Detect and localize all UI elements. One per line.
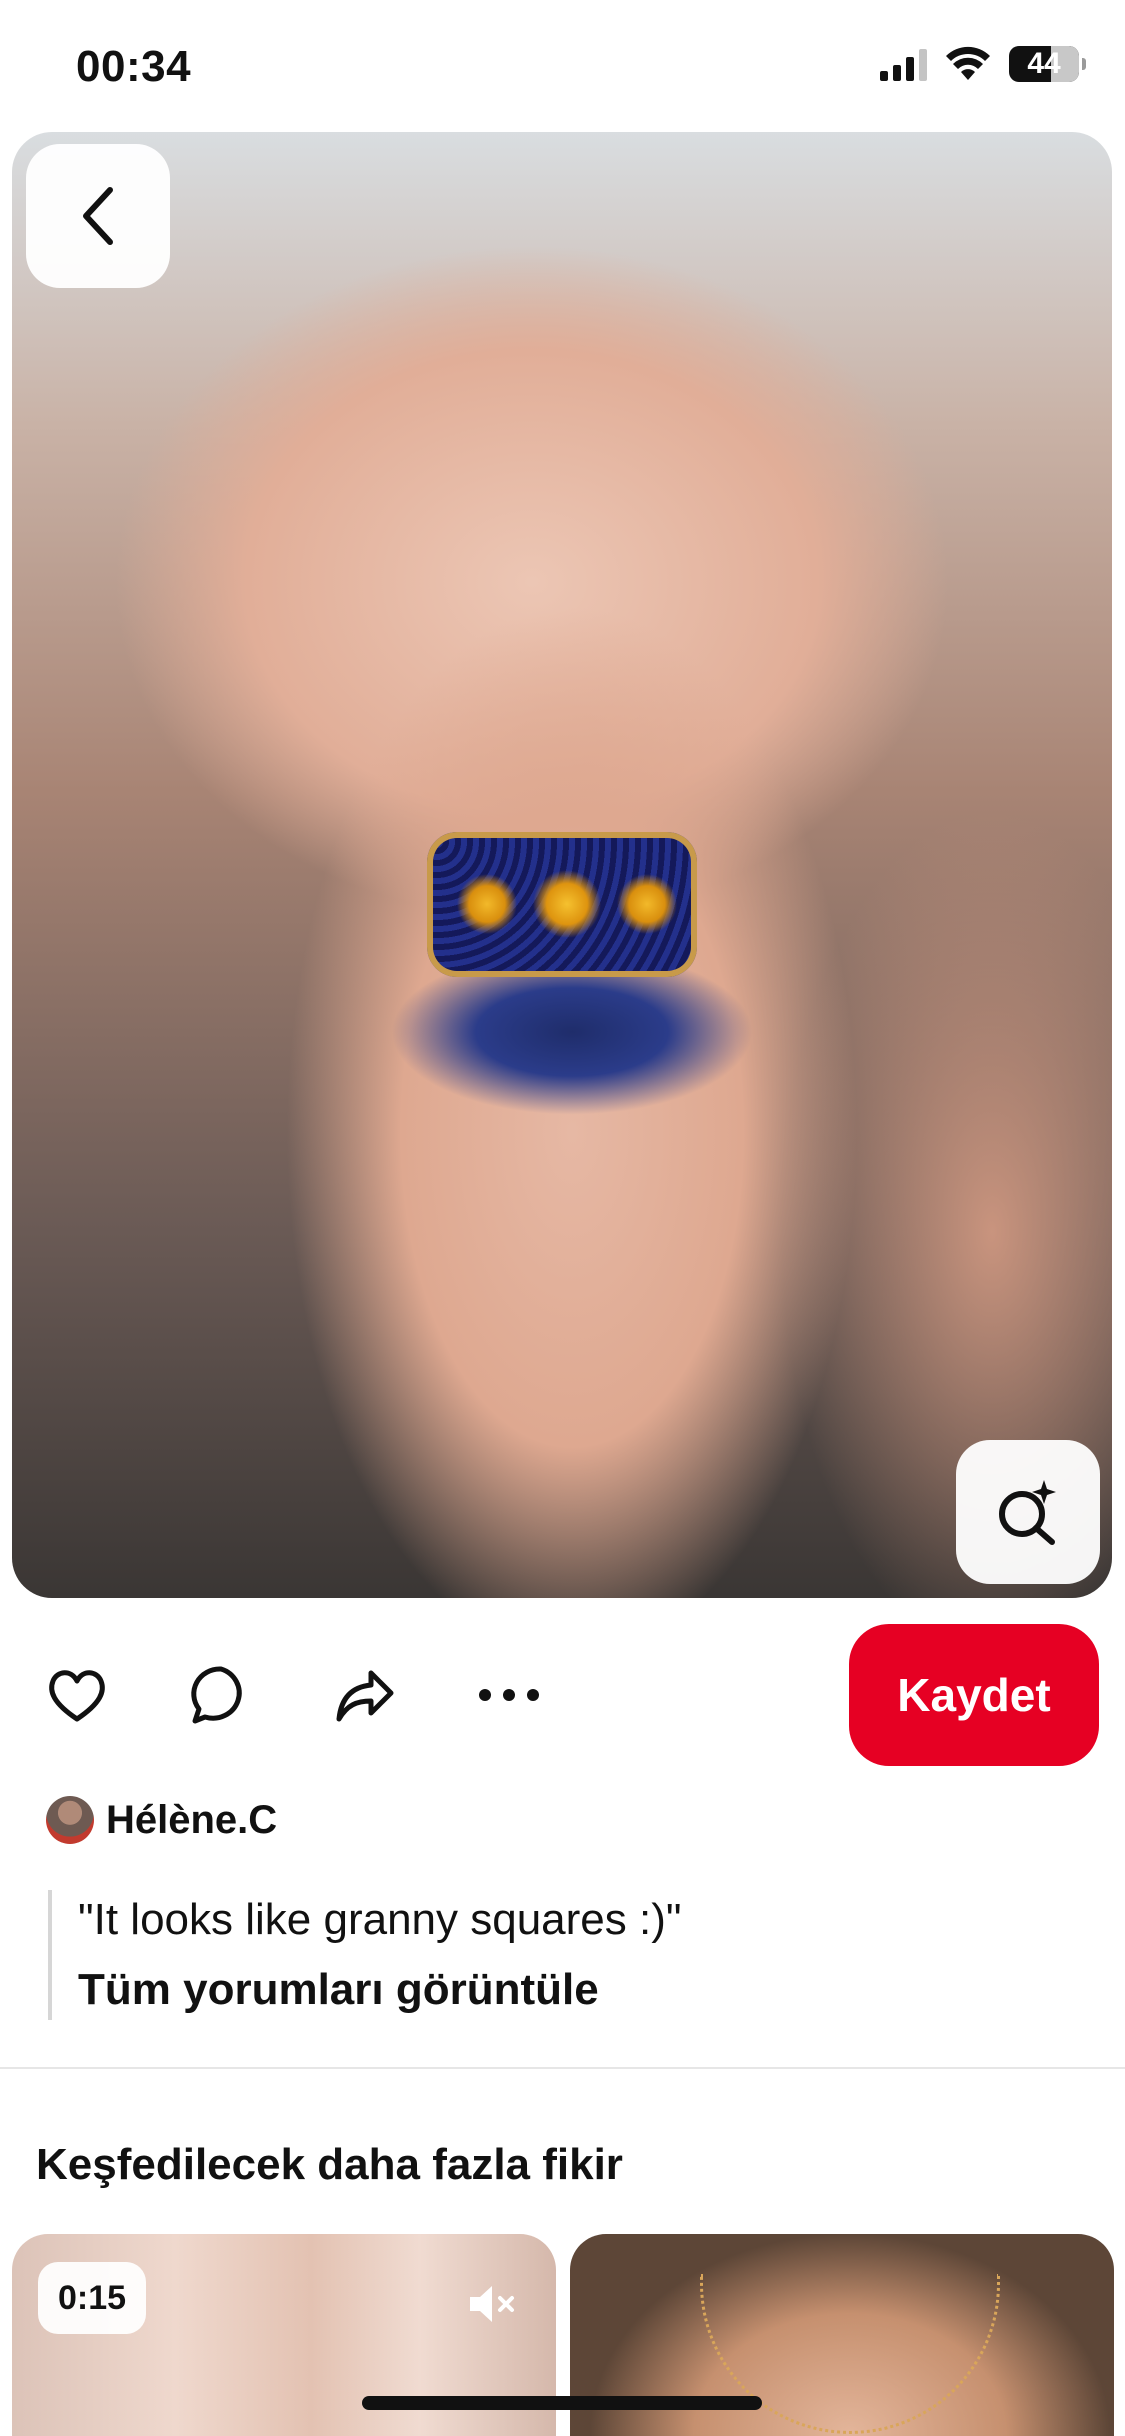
comment-button[interactable] bbox=[186, 1660, 256, 1730]
more-ideas-title: Keşfedilecek daha fazla fikir bbox=[36, 2140, 623, 2189]
battery-level: 44 bbox=[1027, 47, 1061, 80]
comment-text: "It looks like granny squares :)" bbox=[78, 1895, 682, 1944]
ellipsis-icon bbox=[479, 1689, 539, 1701]
visual-search-button[interactable] bbox=[956, 1440, 1100, 1584]
avatar[interactable] bbox=[46, 1796, 94, 1844]
more-options-button[interactable] bbox=[474, 1660, 544, 1730]
necklace-photo-detail bbox=[700, 2274, 1000, 2434]
mute-icon[interactable] bbox=[462, 2274, 522, 2334]
pin-image[interactable] bbox=[12, 132, 1112, 1598]
pin-actions: Kaydet bbox=[0, 1620, 1125, 1770]
back-button[interactable] bbox=[26, 144, 170, 288]
wifi-icon bbox=[946, 46, 990, 80]
like-button[interactable] bbox=[42, 1660, 112, 1730]
status-bar: 00:34 44 bbox=[0, 0, 1125, 130]
video-duration-badge: 0:15 bbox=[38, 2262, 147, 2334]
status-time: 00:34 bbox=[76, 42, 192, 91]
chevron-left-icon bbox=[83, 187, 113, 245]
comment-bubble-icon bbox=[191, 1666, 242, 1724]
view-all-comments-link[interactable]: Tüm yorumları görüntüle bbox=[78, 1960, 1048, 2020]
share-button[interactable] bbox=[330, 1660, 400, 1730]
status-icons: 44 bbox=[880, 46, 1086, 82]
battery-icon: 44 bbox=[1009, 46, 1086, 82]
divider bbox=[0, 2067, 1125, 2069]
ring-photo-detail bbox=[427, 832, 697, 977]
home-indicator bbox=[362, 2396, 762, 2410]
share-arrow-icon bbox=[336, 1670, 394, 1722]
cellular-signal-icon bbox=[880, 47, 927, 81]
visual-search-icon bbox=[999, 1480, 1056, 1545]
heart-icon bbox=[49, 1670, 105, 1722]
save-button[interactable]: Kaydet bbox=[849, 1624, 1099, 1766]
author-name[interactable]: Hélène.C bbox=[106, 1798, 277, 1843]
comment-preview: "It looks like granny squares :)" Tüm yo… bbox=[48, 1890, 1048, 2020]
pin-author[interactable]: Hélène.C bbox=[46, 1796, 277, 1844]
